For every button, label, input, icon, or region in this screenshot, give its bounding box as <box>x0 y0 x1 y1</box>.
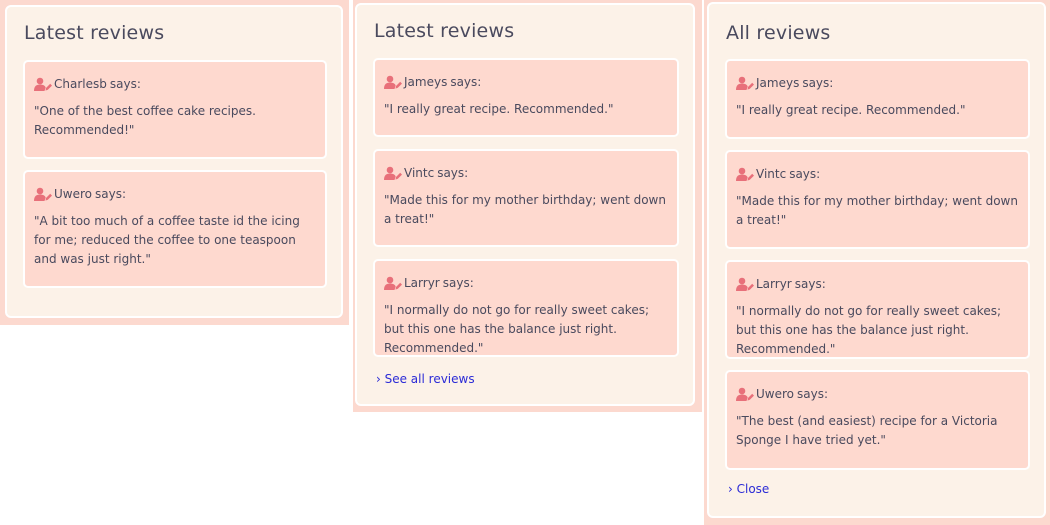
latest-reviews-panel: Latest reviews Charlesb says: "One of th… <box>0 0 349 325</box>
review-says-label: says: <box>437 166 469 180</box>
review-author: Vintc <box>756 167 787 181</box>
review-card: Uwero says: "The best (and easiest) reci… <box>725 370 1030 470</box>
reviews-box: All reviews Jameys says: "I really great… <box>707 2 1046 518</box>
close-link[interactable]: › Close <box>728 482 769 496</box>
review-author: Charlesb <box>54 77 107 91</box>
review-text: "One of the best coffee cake recipes. Re… <box>34 104 256 137</box>
user-edit-icon <box>384 75 402 89</box>
review-header: Jameys says: <box>736 75 1019 91</box>
user-edit-icon <box>384 276 402 290</box>
review-author: Jameys <box>404 75 448 89</box>
user-edit-icon <box>736 387 754 401</box>
review-header: Uwero says: <box>34 186 316 202</box>
user-edit-icon <box>384 166 402 180</box>
panel-title: All reviews <box>726 22 831 44</box>
review-text: "I normally do not go for really sweet c… <box>384 303 649 355</box>
review-header: Larryr says: <box>384 275 668 291</box>
panel-title: Latest reviews <box>374 20 515 42</box>
user-edit-icon <box>34 187 52 201</box>
review-card: Larryr says: "I normally do not go for r… <box>725 260 1030 359</box>
review-card: Uwero says: "A bit too much of a coffee … <box>23 170 327 288</box>
panel-title: Latest reviews <box>24 22 165 44</box>
review-text: "Made this for my mother birthday; went … <box>736 194 1018 227</box>
review-author: Larryr <box>756 277 792 291</box>
review-header: Vintc says: <box>736 166 1019 182</box>
review-header: Uwero says: <box>736 386 1019 402</box>
review-says-label: says: <box>442 276 474 290</box>
review-header: Larryr says: <box>736 276 1019 292</box>
review-card: Vintc says: "Made this for my mother bir… <box>725 150 1030 249</box>
review-header: Vintc says: <box>384 165 668 181</box>
review-says-label: says: <box>794 277 826 291</box>
review-says-label: says: <box>797 387 829 401</box>
review-text: "I really great recipe. Recommended." <box>384 102 614 116</box>
review-says-label: says: <box>109 77 141 91</box>
review-text: "I really great recipe. Recommended." <box>736 103 966 117</box>
review-says-label: says: <box>95 187 127 201</box>
review-author: Jameys <box>756 76 800 90</box>
all-reviews-panel: All reviews Jameys says: "I really great… <box>704 0 1050 525</box>
user-edit-icon <box>736 277 754 291</box>
review-text: "The best (and easiest) recipe for a Vic… <box>736 414 998 447</box>
reviews-box: Latest reviews Jameys says: "I really gr… <box>355 3 695 406</box>
review-header: Jameys says: <box>384 74 668 90</box>
latest-reviews-panel-expandable: Latest reviews Jameys says: "I really gr… <box>353 0 702 412</box>
review-header: Charlesb says: <box>34 76 316 92</box>
user-edit-icon <box>736 167 754 181</box>
review-says-label: says: <box>450 75 482 89</box>
user-edit-icon <box>34 77 52 91</box>
user-edit-icon <box>736 76 754 90</box>
reviews-box: Latest reviews Charlesb says: "One of th… <box>5 5 343 318</box>
review-says-label: says: <box>802 76 834 90</box>
review-card: Charlesb says: "One of the best coffee c… <box>23 60 327 159</box>
review-card: Larryr says: "I normally do not go for r… <box>373 259 679 357</box>
see-all-reviews-link[interactable]: › See all reviews <box>376 372 475 386</box>
review-text: "A bit too much of a coffee taste id the… <box>34 214 300 266</box>
review-text: "Made this for my mother birthday; went … <box>384 193 666 226</box>
review-card: Jameys says: "I really great recipe. Rec… <box>725 59 1030 139</box>
review-card: Jameys says: "I really great recipe. Rec… <box>373 58 679 137</box>
review-author: Larryr <box>404 276 440 290</box>
review-author: Vintc <box>404 166 435 180</box>
review-card: Vintc says: "Made this for my mother bir… <box>373 149 679 247</box>
review-text: "I normally do not go for really sweet c… <box>736 304 1001 356</box>
review-says-label: says: <box>789 167 821 181</box>
review-author: Uwero <box>756 387 794 401</box>
review-author: Uwero <box>54 187 92 201</box>
